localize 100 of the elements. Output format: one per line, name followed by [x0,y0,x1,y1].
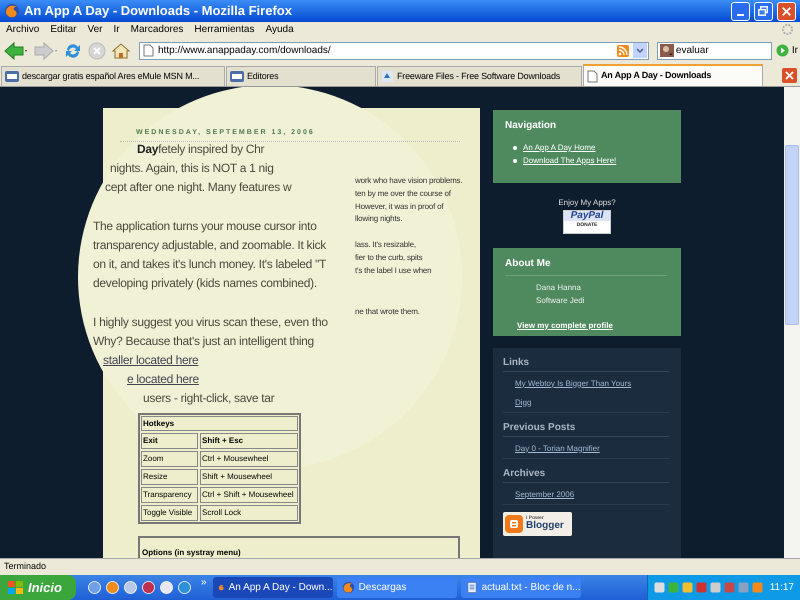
tab[interactable]: Freeware Files - Free Software Downloads [377,66,582,86]
sidebar-link[interactable]: My Webtoy Is Bigger Than Yours [515,378,632,388]
table-cell: Hotkeys [141,416,298,431]
section-title: Archives [503,466,669,483]
post-text: The application turns your mouse cursor into [93,218,317,235]
site-icon [5,71,19,82]
minimize-icon [737,14,744,16]
download-link[interactable]: staller located here [103,351,198,369]
post-text: llowing nights. [355,213,404,224]
post-text: Day [137,141,158,158]
scrollbar[interactable] [784,87,800,558]
post-text: on it, and takes it's lunch money. It's labeled "T [93,256,326,273]
firefox-icon [4,3,20,19]
more-button[interactable]: » [195,575,213,590]
close-button[interactable] [777,2,796,20]
post-text: t's the label I use when [355,265,432,276]
app-icon[interactable] [106,581,119,594]
section-title: Previous Posts [503,420,669,437]
close-icon [785,71,794,80]
back-icon[interactable] [3,40,29,60]
site-icon [381,70,394,83]
panel-title: About Me [505,256,667,276]
table-cell: Shift + Esc [200,433,298,449]
post-text: transparency adjustable, and zoomable. It kick [93,237,326,254]
profile-link[interactable]: View my complete profile [517,320,613,330]
blogger-icon [505,514,523,533]
menu-item[interactable]: Herramientas [190,22,258,37]
post-text: users - right-click, save tar [143,390,274,407]
panel-title: Navigation [505,119,558,133]
taskbar-button[interactable]: Descargas [336,577,457,598]
notepad-icon [466,581,478,594]
table-cell: Ctrl + Mousewheel [200,451,298,467]
clock: 11:17 [770,581,794,595]
tray-icon[interactable] [654,582,665,593]
bullet-icon [513,159,517,163]
go-button[interactable]: Ir [776,43,800,58]
post-text: I highly suggest you virus scan these, even tho [93,314,328,331]
go-icon [776,44,789,57]
donate-prompt: Enjoy My Apps? [558,196,616,209]
post-text: developing privately (kids names combined). [93,275,317,292]
app-icon[interactable] [160,581,173,594]
menu-item[interactable]: Ver [83,22,106,37]
table-cell: Exit [141,433,198,449]
menu-item[interactable]: Marcadores [126,22,188,37]
scrollbar-thumb[interactable] [785,145,799,325]
post-text: fier to the curb, spits [355,252,424,263]
close-tab-button[interactable] [782,68,797,83]
table-cell: Ctrl + Shift + Mousewheel [200,487,298,503]
author-name: Dana Hanna [536,282,582,294]
tab[interactable]: An App A Day - Downloads [583,64,763,86]
author-role: Software Jedi [536,294,586,307]
nav-link[interactable]: Download The Apps Here! [523,155,616,167]
search-engine-icon[interactable] [660,44,674,57]
search-field[interactable]: evaluar [656,42,772,60]
menu-item[interactable]: Ayuda [261,22,298,37]
menu-item[interactable]: Archivo [2,22,44,37]
post-text: Why? Because that's just an intelligent thing [93,333,314,350]
app-icon[interactable] [88,581,101,594]
home-icon[interactable] [111,40,131,60]
page-icon [143,44,154,57]
post-text: ten by me over the course of [355,188,452,199]
dropdown-icon[interactable] [632,43,647,58]
app-icon[interactable] [142,581,155,594]
app-icon[interactable] [178,581,191,594]
download-link[interactable]: e located here [127,370,199,388]
table-cell: Zoom [141,451,198,467]
address-field[interactable]: http://www.anappaday.com/downloads/ [139,42,649,60]
table-cell: Transparency [141,487,198,503]
nav-link[interactable]: An App A Day Home [523,142,596,154]
post-text: work who have vision problems. [355,175,462,186]
table-cell: Scroll Lock [200,505,298,521]
sidebar-link[interactable]: September 2006 [515,490,574,499]
post-text: lass. It's resizable, [355,239,417,250]
post-text: nights. Again, this is NOT a 1 nig [110,160,274,177]
table-cell: Shift + Mousewheel [200,469,298,485]
window-title: An App A Day - Downloads - Mozilla Firefox [24,2,293,20]
table-cell: Toggle Visible [141,505,198,521]
sidebar-link[interactable]: Day 0 - Torian Magnifier [515,444,600,453]
restore-button[interactable] [754,2,773,20]
rss-feed-icon[interactable] [616,44,629,56]
throbber-icon [781,23,794,36]
minimize-button[interactable] [731,2,750,20]
post-text: ne that wrote them. [355,306,421,317]
firefox-icon [342,581,355,594]
app-icon[interactable] [124,581,137,594]
page-icon [587,70,598,82]
bullet-icon [513,146,517,150]
sidebar-link[interactable]: Digg [515,398,532,407]
table-cell: Options (in systray menu) [142,548,241,557]
menu-item[interactable]: Editar [46,22,80,37]
restore-icon [756,4,771,18]
menu-item[interactable]: Ir [110,22,124,37]
table-cell: Resize [141,469,198,485]
badge-text: Blogger [526,521,564,532]
status-text: Terminado [4,560,46,574]
taskbar-button[interactable]: An App A Day - Down... [212,577,333,598]
tab[interactable]: Editores [226,66,376,86]
tab[interactable]: descargar gratis español Ares eMule MSN M... [1,66,225,86]
taskbar-button[interactable]: actual.txt - Bloc de n... [460,577,581,598]
post-text: However, it was in proof of [355,201,444,212]
